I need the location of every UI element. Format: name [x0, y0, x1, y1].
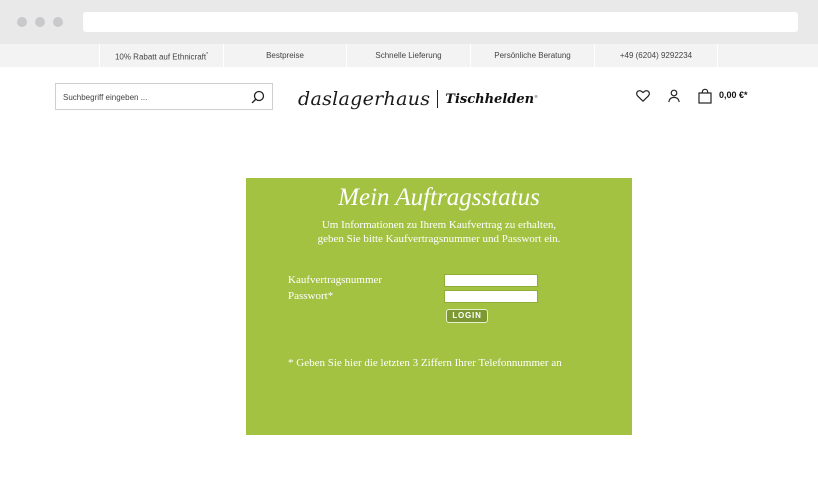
search-box — [55, 83, 273, 110]
usp-item-fast-delivery[interactable]: Schnelle Lieferung — [346, 44, 470, 67]
contract-number-input[interactable] — [444, 274, 538, 287]
window-close-dot[interactable] — [17, 17, 27, 27]
user-icon[interactable] — [666, 88, 682, 104]
search-icon[interactable] — [250, 89, 266, 105]
registered-mark: ® — [534, 93, 539, 99]
address-bar[interactable] — [83, 12, 798, 32]
page-title: Mein Auftragsstatus — [338, 184, 540, 211]
contract-number-label: Kaufvertragsnummer — [288, 274, 383, 286]
panel-description: Um Informationen zu Ihrem Kaufvertrag zu… — [317, 219, 561, 245]
window-maximize-dot[interactable] — [53, 17, 63, 27]
site-logo[interactable]: daslagerhaus Tischhelden ® — [298, 85, 539, 113]
usp-bar: 10% Rabatt auf Ethnicraft* Bestpreise Sc… — [0, 44, 818, 67]
window-minimize-dot[interactable] — [35, 17, 45, 27]
cart-total[interactable]: 0,00 €* — [719, 90, 748, 100]
usp-item-consulting[interactable]: Persönliche Beratung — [470, 44, 594, 67]
heart-icon[interactable] — [635, 88, 651, 104]
shopping-bag-icon[interactable] — [697, 88, 713, 104]
usp-item-discount[interactable]: 10% Rabatt auf Ethnicraft* — [99, 44, 223, 67]
password-hint: * Geben Sie hier die letzten 3 Ziffern I… — [288, 357, 562, 369]
password-input[interactable] — [444, 290, 538, 303]
password-label: Passwort* — [288, 290, 334, 302]
logo-divider — [437, 90, 439, 108]
footnote-mark: * — [206, 52, 209, 58]
login-button[interactable]: LOGIN — [446, 309, 488, 323]
logo-daslagerhaus: daslagerhaus — [298, 88, 431, 110]
order-status-panel: Mein Auftragsstatus Um Informationen zu … — [246, 178, 632, 435]
usp-item-phone[interactable]: +49 (6204) 9292234 — [594, 44, 718, 67]
browser-chrome — [0, 0, 818, 44]
usp-item-best-prices[interactable]: Bestpreise — [223, 44, 346, 67]
logo-tischhelden: Tischhelden ® — [445, 91, 539, 107]
search-input[interactable] — [63, 90, 243, 104]
